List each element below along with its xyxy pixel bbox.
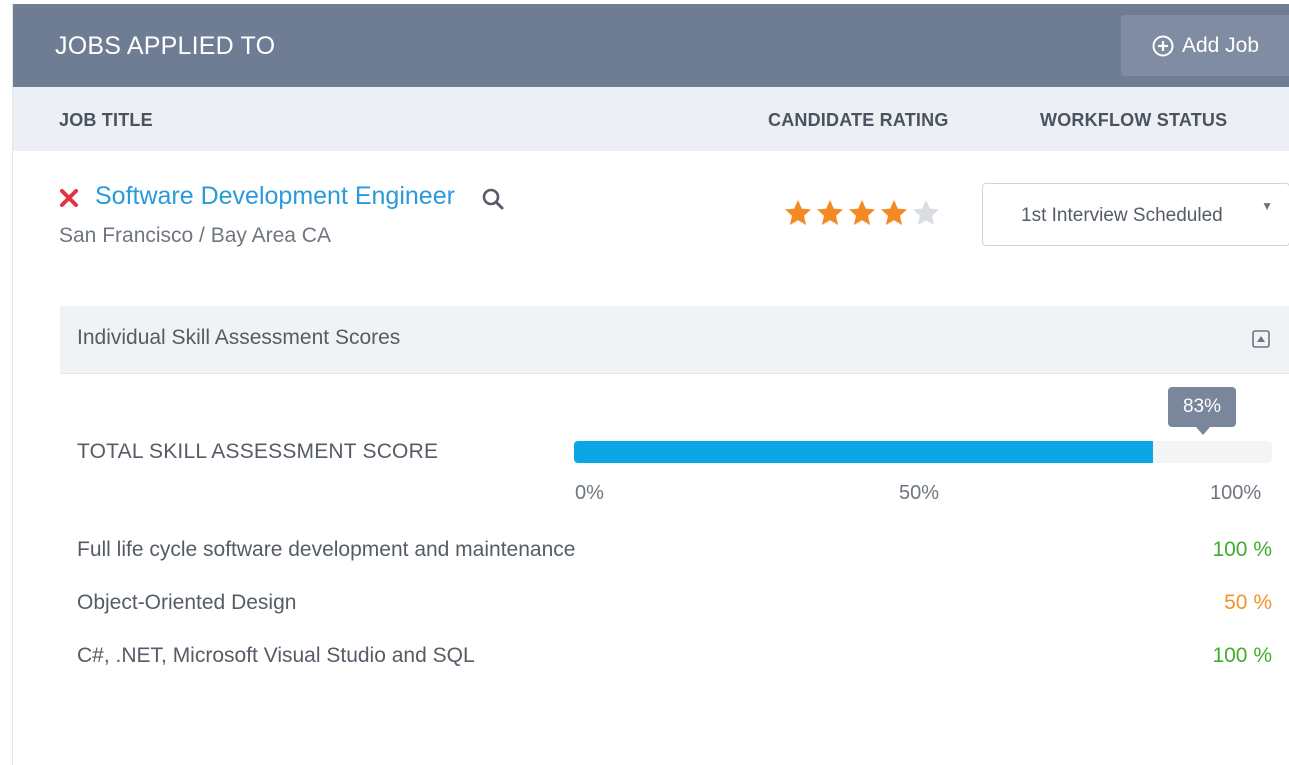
- add-job-label: Add Job: [1181, 33, 1260, 57]
- tick-label: 0%: [575, 482, 604, 504]
- job-title-link[interactable]: Software Development Engineer: [95, 182, 455, 211]
- skill-row: Full life cycle software development and…: [77, 538, 1272, 568]
- collapse-icon[interactable]: [1252, 330, 1270, 348]
- skill-assessment-header: Individual Skill Assessment Scores: [60, 306, 1289, 374]
- workflow-status-select[interactable]: 1st Interview Scheduled ▼: [982, 183, 1289, 246]
- skill-score: 100 %: [1212, 644, 1272, 667]
- caret-down-icon: ▼: [1261, 199, 1273, 213]
- column-header-row: JOB TITLE CANDIDATE RATING WORKFLOW STAT…: [13, 87, 1289, 151]
- skill-assessment-title: Individual Skill Assessment Scores: [77, 326, 401, 349]
- star-filled-icon[interactable]: [783, 198, 813, 228]
- skill-score: 100 %: [1212, 538, 1272, 561]
- total-score-label: TOTAL SKILL ASSESSMENT SCORE: [77, 440, 439, 463]
- job-location: San Francisco / Bay Area CA: [59, 224, 331, 247]
- star-empty-icon[interactable]: [911, 198, 941, 228]
- panel-title: JOBS APPLIED TO: [55, 32, 276, 60]
- star-filled-icon[interactable]: [847, 198, 877, 228]
- column-workflow-status: WORKFLOW STATUS: [1040, 110, 1228, 130]
- search-icon[interactable]: [481, 187, 505, 211]
- workflow-status-value: 1st Interview Scheduled: [1021, 205, 1223, 226]
- skill-score: 50 %: [1224, 591, 1272, 614]
- candidate-rating-stars[interactable]: [783, 198, 943, 228]
- skill-name: Full life cycle software development and…: [77, 538, 576, 561]
- star-filled-icon[interactable]: [815, 198, 845, 228]
- star-filled-icon[interactable]: [879, 198, 909, 228]
- jobs-applied-panel: JOBS APPLIED TO Add Job JOB TITLE CANDID…: [12, 4, 1289, 765]
- add-job-button[interactable]: Add Job: [1121, 15, 1289, 76]
- plus-circle-icon: [1152, 35, 1174, 56]
- remove-x-icon[interactable]: [59, 188, 79, 208]
- skill-row: Object-Oriented Design 50 %: [77, 591, 1272, 621]
- skill-row: C#, .NET, Microsoft Visual Studio and SQ…: [77, 644, 1272, 674]
- tick-label: 50%: [899, 482, 940, 504]
- panel-header: JOBS APPLIED TO Add Job: [13, 4, 1289, 87]
- total-score-bar-fill: [574, 441, 1154, 463]
- total-score-bar: [574, 441, 1272, 463]
- tick-label: 100%: [1210, 482, 1262, 504]
- skill-name: Object-Oriented Design: [77, 591, 297, 614]
- skill-name: C#, .NET, Microsoft Visual Studio and SQ…: [77, 644, 475, 667]
- column-job-title: JOB TITLE: [59, 110, 153, 130]
- total-score-bubble: 83%: [1168, 387, 1236, 435]
- column-candidate-rating: CANDIDATE RATING: [768, 110, 949, 130]
